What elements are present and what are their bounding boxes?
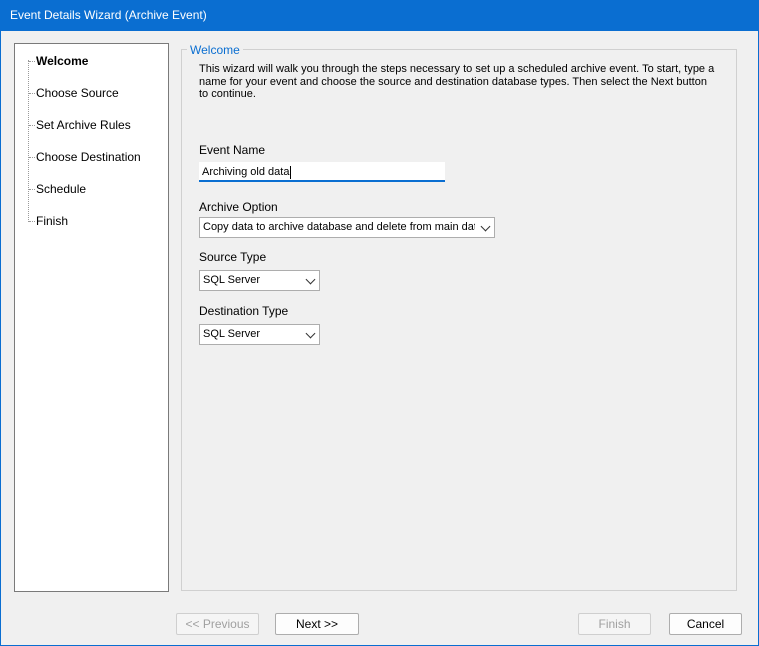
tree-branch xyxy=(29,221,35,223)
chevron-down-icon xyxy=(480,221,491,232)
archive-option-value: Copy data to archive database and delete… xyxy=(203,221,475,233)
archive-option-label: Archive Option xyxy=(199,200,278,214)
source-type-value: SQL Server xyxy=(203,274,261,286)
destination-type-value: SQL Server xyxy=(203,328,261,340)
event-name-value: Archiving old data xyxy=(202,166,290,178)
step-label: Set Archive Rules xyxy=(36,118,131,132)
step-set-archive-rules[interactable]: Set Archive Rules xyxy=(29,117,131,133)
step-label: Choose Destination xyxy=(36,150,141,164)
step-finish[interactable]: Finish xyxy=(29,213,68,229)
step-label: Finish xyxy=(36,214,69,228)
tree-branch xyxy=(29,125,35,127)
step-choose-source[interactable]: Choose Source xyxy=(29,85,119,101)
welcome-group-box xyxy=(181,49,737,591)
tree-branch xyxy=(29,157,35,159)
chevron-down-icon xyxy=(305,328,316,339)
step-label: Schedule xyxy=(36,182,87,196)
step-label: Welcome xyxy=(36,54,89,68)
cancel-button[interactable]: Cancel xyxy=(669,613,742,635)
step-choose-destination[interactable]: Choose Destination xyxy=(29,149,141,165)
step-welcome[interactable]: Welcome xyxy=(29,53,88,69)
tree-branch xyxy=(29,189,35,191)
step-label: Choose Source xyxy=(36,86,119,100)
chevron-down-icon xyxy=(305,274,316,285)
title-bar: Event Details Wizard (Archive Event) xyxy=(1,0,759,31)
source-type-label: Source Type xyxy=(199,250,267,264)
group-title: Welcome xyxy=(187,43,243,57)
previous-button[interactable]: << Previous xyxy=(176,613,259,635)
wizard-window: Event Details Wizard (Archive Event) Wel… xyxy=(0,0,759,646)
tree-branch xyxy=(29,93,35,95)
window-title: Event Details Wizard (Archive Event) xyxy=(10,8,207,22)
archive-option-select[interactable]: Copy data to archive database and delete… xyxy=(199,217,495,238)
intro-text: This wizard will walk you through the st… xyxy=(199,63,715,100)
tree-branch xyxy=(29,61,35,63)
next-button[interactable]: Next >> xyxy=(275,613,359,635)
source-type-select[interactable]: SQL Server xyxy=(199,270,320,291)
finish-button[interactable]: Finish xyxy=(578,613,651,635)
destination-type-label: Destination Type xyxy=(199,304,289,318)
step-schedule[interactable]: Schedule xyxy=(29,181,86,197)
destination-type-select[interactable]: SQL Server xyxy=(199,324,320,345)
event-name-label: Event Name xyxy=(199,143,266,157)
event-name-input[interactable]: Archiving old data xyxy=(199,162,445,182)
steps-panel: Welcome Choose Source Set Archive Rules … xyxy=(14,43,169,592)
text-caret xyxy=(290,165,292,179)
